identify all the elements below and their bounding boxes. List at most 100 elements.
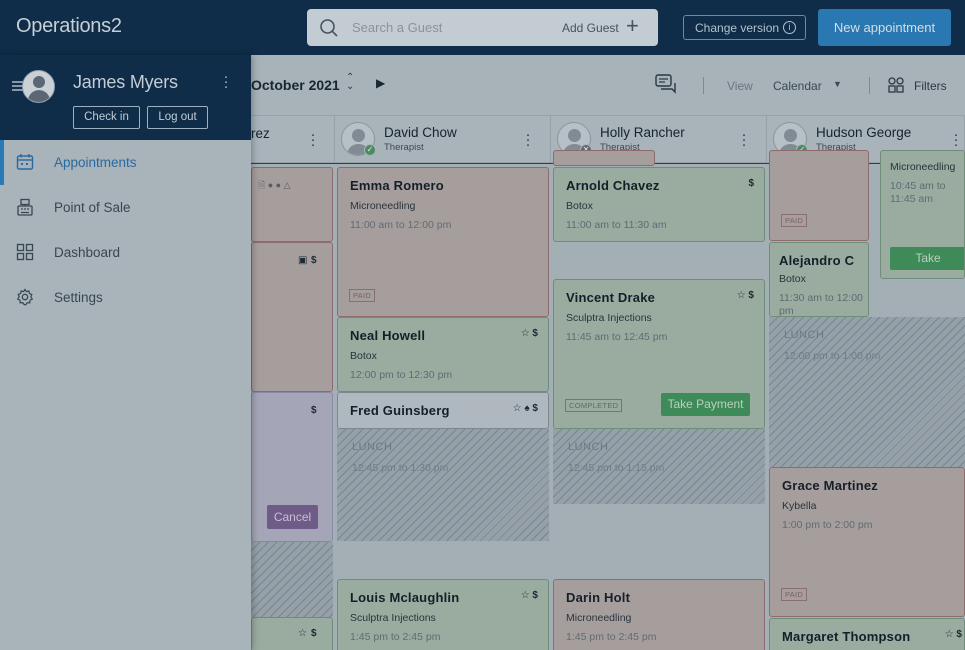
service-name: Sculptra Injections — [566, 312, 652, 324]
paid-badge: PAID — [781, 214, 808, 227]
appointment-card[interactable]: Margaret Thompson ☆ $ — [769, 618, 965, 650]
cancel-button[interactable]: Cancel — [267, 505, 318, 529]
lunch-block: LUNCH 12:00 pm to 1:00 pm — [769, 317, 965, 467]
guest-name: Emma Romero — [350, 178, 444, 193]
appointment-card[interactable]: Alejandro C Botox 11:30 am to 12:00 pm — [769, 242, 869, 317]
paid-badge: PAID — [349, 289, 376, 302]
gift-icon: ▣ — [298, 255, 308, 266]
view-select[interactable]: Calendar — [773, 79, 822, 93]
appointment-card[interactable]: Grace Martinez Kybella 1:00 pm to 2:00 p… — [769, 467, 965, 617]
kebab-menu-icon[interactable]: · · · — [223, 69, 229, 94]
guest-search-bar[interactable]: Search a Guest Add Guest + — [307, 9, 658, 46]
month-stepper-icon[interactable]: ⌃ ⌄ — [346, 73, 354, 92]
view-label: View — [727, 79, 753, 93]
log-out-button[interactable]: Log out — [147, 106, 208, 129]
appointment-card[interactable] — [553, 150, 655, 166]
staff-role: Therapist — [384, 142, 424, 153]
sidebar-item-label: Appointments — [54, 155, 137, 170]
service-name: Microneedling — [566, 612, 632, 624]
appointment-card[interactable]: ▣ $ — [251, 242, 333, 392]
filters-button[interactable]: Filters — [914, 79, 947, 93]
appointment-time: 11:00 am to 12:00 pm — [350, 219, 452, 231]
status-icons: ☆ $ — [520, 328, 538, 339]
appointment-time: 11:45 am to 12:45 pm — [566, 331, 668, 343]
caret-down-icon[interactable]: ▼ — [833, 79, 842, 89]
status-icons: ☆ ♠ $ — [512, 403, 538, 414]
calendar-icon — [16, 154, 34, 170]
guest-name: Louis Mclaughlin — [350, 590, 460, 605]
lunch-time: 12:45 pm to 1:15 pm — [568, 462, 665, 474]
user-avatar — [22, 70, 55, 103]
cash-register-icon — [17, 198, 33, 216]
staff-name: rez — [251, 126, 270, 141]
app-brand[interactable]: Operations2 — [16, 15, 122, 38]
appointment-card[interactable]: PAID — [769, 150, 869, 241]
appointment-time: 11:30 am to 12:00 pm — [779, 292, 863, 317]
sidebar-item-label: Point of Sale — [54, 200, 131, 215]
appointment-time: 11:00 am to 11:30 am — [566, 219, 667, 231]
appointment-card[interactable]: Neal Howell ☆ $ Botox 12:00 pm to 12:30 … — [337, 317, 549, 392]
kebab-menu-icon[interactable]: · · · — [953, 127, 959, 152]
appointment-card[interactable]: Vincent Drake ☆ $ Sculptra Injections 11… — [553, 279, 765, 429]
new-appointment-button[interactable]: New appointment — [818, 9, 951, 46]
appointment-card[interactable]: Arnold Chavez $ Botox 11:00 am to 11:30 … — [553, 167, 765, 242]
appointment-time: 1:00 pm to 2:00 pm — [782, 519, 873, 531]
appointment-card[interactable]: Louis Mclaughlin ☆ $ Sculptra Injections… — [337, 579, 549, 650]
lunch-label: LUNCH — [784, 329, 825, 341]
service-name: Kybella — [782, 500, 817, 512]
appointment-card[interactable]: $ Cancel — [251, 392, 333, 542]
sidebar-item-dashboard[interactable]: Dashboard — [0, 230, 251, 275]
appointment-card[interactable]: Darin Holt Microneedling 1:45 pm to 2:45… — [553, 579, 765, 650]
appointment-time: 1:45 pm to 2:45 pm — [566, 631, 657, 643]
plus-icon[interactable]: + — [626, 15, 639, 37]
sidebar-item-point-of-sale[interactable]: Point of Sale — [0, 185, 251, 230]
payment-status: $ — [311, 255, 317, 266]
search-input[interactable]: Search a Guest — [352, 20, 442, 35]
kebab-menu-icon[interactable]: · · · — [741, 127, 747, 152]
available-status-icon: ✓ — [364, 144, 376, 156]
sidebar-item-label: Dashboard — [54, 245, 121, 260]
appointment-card[interactable]: Microneedling 10:45 am to 11:45 am Take — [880, 150, 965, 279]
check-in-button[interactable]: Check in — [73, 106, 140, 129]
chat-icon[interactable] — [655, 74, 677, 94]
service-name: Botox — [779, 273, 806, 285]
status-icons: ☆ $ — [520, 590, 538, 601]
lunch-label: LUNCH — [352, 441, 393, 453]
change-version-label: Change version — [695, 21, 780, 35]
info-icon: i — [783, 21, 796, 34]
status-icons: $ — [748, 178, 754, 189]
user-panel: James Myers · · · Check in Log out — [0, 55, 251, 140]
appointment-card[interactable]: 🗎 ● ● △ — [251, 167, 333, 242]
add-guest-link[interactable]: Add Guest — [562, 21, 619, 35]
appointment-card[interactable]: ☆ $ — [251, 617, 333, 650]
sidebar-item-label: Settings — [54, 290, 103, 305]
appointment-card[interactable]: Fred Guinsberg ☆ ♠ $ — [337, 392, 549, 429]
kebab-menu-icon[interactable]: · · · — [525, 127, 531, 152]
service-name: Botox — [566, 200, 593, 212]
service-name: Microneedling — [890, 161, 956, 173]
search-icon — [320, 19, 338, 37]
kebab-menu-icon[interactable]: · · · — [310, 127, 316, 152]
filters-icon[interactable] — [888, 77, 904, 93]
status-icons: ☆ $ — [736, 290, 754, 301]
change-version-button[interactable]: Change version i — [683, 15, 806, 40]
guest-name: Neal Howell — [350, 328, 426, 343]
lunch-label: LUNCH — [568, 441, 609, 453]
staff-name: Holly Rancher — [600, 125, 685, 140]
calendar-toolbar: October 2021 ⌃ ⌄ ▶ View Calendar ▼ Filter… — [251, 55, 965, 116]
appointment-card[interactable]: Emma Romero Microneedling 11:00 am to 12… — [337, 167, 549, 317]
take-payment-button[interactable]: Take Payment — [661, 393, 750, 416]
staff-name: Hudson George — [816, 125, 912, 140]
guest-name: Fred Guinsberg — [350, 403, 450, 418]
sidebar-item-appointments[interactable]: Appointments — [0, 140, 251, 185]
guest-name: Grace Martinez — [782, 478, 879, 493]
take-payment-button[interactable]: Take — [890, 247, 964, 270]
guest-name: Margaret Thompson — [782, 629, 911, 644]
service-name: Botox — [350, 350, 377, 362]
user-name: James Myers — [73, 72, 178, 92]
next-month-arrow-icon[interactable]: ▶ — [376, 76, 385, 90]
toolbar-divider — [703, 77, 704, 94]
lunch-time: 12:45 pm to 1:30 pm — [352, 462, 449, 474]
service-name: Sculptra Injections — [350, 612, 436, 624]
sidebar-item-settings[interactable]: Settings — [0, 275, 251, 320]
